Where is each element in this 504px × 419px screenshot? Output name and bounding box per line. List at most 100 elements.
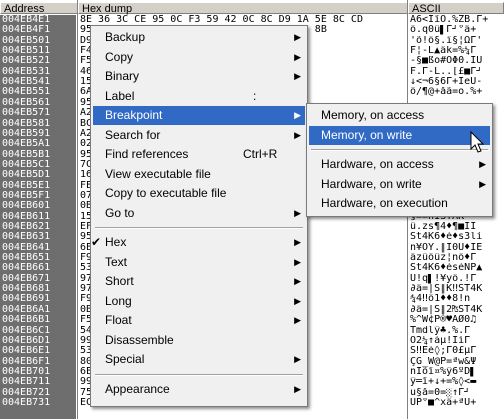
menu-item-backup[interactable]: Backup ▶ [93,28,305,47]
menu-item-label: Float [105,313,132,327]
row-ascii: S‼Eé◊;Γ0£µΓ [410,346,477,357]
submenu-arrow-icon: ▶ [479,178,486,189]
dump-row[interactable]: 004EB4E1 8E 36 3C CE 95 0C F3 59 42 0C 8C… [0,15,504,25]
row-address: 004EB5C1 [2,159,51,170]
menu-item-label: Search for [105,127,161,142]
menu-item-special[interactable]: Special ▶ [93,350,305,369]
menu-item-label: View executable file [105,166,211,181]
menu-item-find-references[interactable]: Find references Ctrl+R [93,145,305,164]
address-column-header[interactable]: Address [0,2,78,15]
row-ascii: ↓<¬6§6Γ+IeU- [410,77,483,88]
row-address: 004EB5F1 [2,190,51,201]
row-ascii: St4K6♦è♦s3lí [410,232,483,243]
row-address: 004EB561 [2,97,51,108]
row-ascii: Tmdlÿ♣.%.Γ [410,325,471,336]
menu-separator [311,149,488,151]
menu-item-label: Appearance [105,381,170,396]
row-address: 004EB731 [2,397,51,408]
row-address: 004EB651 [2,253,51,264]
row-address: 004EB661 [2,263,51,274]
menu-item-label: Disassemble [105,332,174,347]
row-ascii: ö.q0ü▌Γ┘°ä+ [410,25,477,36]
menu-item-disassemble[interactable]: Disassemble [93,331,305,350]
row-address: 004EB6E1 [2,346,51,357]
row-address: 004EB6C1 [2,325,51,336]
row-address: 004EB601 [2,201,51,212]
row-address: 004EB691 [2,294,51,305]
row-address: 004EB6F1 [2,356,51,367]
row-address: 004EB4F1 [2,25,51,36]
ascii-column-header[interactable]: ASCII [408,2,504,15]
row-address: 004EB521 [2,56,51,67]
menu-separator [95,373,303,376]
row-address: 004EB701 [2,366,51,377]
submenu-item-memory-on-access[interactable]: Memory, on access [309,106,490,125]
row-ascii: äzüôüz¦nö♦Γ [410,253,477,264]
menu-item-label: Copy [105,49,134,64]
row-address: 004EB711 [2,377,51,388]
row-ascii: -§■ßo#ÖΦ0.IU [410,56,483,67]
row-address: 004EB541 [2,77,51,88]
submenu-arrow-icon: ▶ [294,207,301,218]
submenu-item-memory-on-write[interactable]: Memory, on write [309,125,490,145]
row-ascii: Ö2¼↑áµ!ÍìΓ [410,335,471,346]
hex-column-header[interactable]: Hex dump [78,2,408,15]
row-address: 004EB501 [2,35,51,46]
checkmark-icon: ✔ [91,235,102,249]
row-address: 004EB631 [2,232,51,243]
row-address: 004EB5D1 [2,170,51,181]
menu-item-appearance[interactable]: Appearance ▶ [93,380,305,399]
row-address: 004EB6A1 [2,304,51,315]
menu-item-label: Breakpoint [105,108,163,122]
row-address: 004EB571 [2,108,51,119]
row-ascii: 'õ!ö§.ï§¦ΩΓ' [410,35,483,46]
menu-item-copy-to-executable-file[interactable]: Copy to executable file [93,184,305,203]
submenu-arrow-icon: ▶ [294,295,301,306]
menu-item-label: Special [105,352,145,366]
menu-item-view-executable-file[interactable]: View executable file [93,165,305,184]
menu-item-short[interactable]: Short ▶ [93,272,305,291]
submenu-item-hardware-on-execution[interactable]: Hardware, on execution [309,194,490,213]
submenu-item-hardware-on-access[interactable]: Hardware, on access ▶ [309,155,490,174]
row-address: 004EB551 [2,87,51,98]
submenu-arrow-icon: ▶ [294,51,301,62]
row-ascii: %^W¢P®♥ÄØ0♫ [410,315,477,326]
menu-item-label: Short [105,274,134,288]
submenu-arrow-icon: ▶ [294,354,301,364]
menu-item-shortcut: Ctrl+R [243,147,278,161]
row-hex: 8E 36 3C CE 95 0C F3 59 42 0C 8C D9 1A 5… [80,15,363,25]
menu-item-go-to[interactable]: Go to ▶ [93,204,305,223]
row-ascii: ô/¶@+åã=o.%+ [410,87,483,98]
row-address: 004EB511 [2,46,51,57]
row-address: 004EB5B1 [2,149,51,160]
row-address: 004EB591 [2,128,51,139]
submenu-arrow-icon: ▶ [294,315,301,325]
menu-item-label[interactable]: Label: [93,87,305,106]
submenu-arrow-icon: ▶ [294,256,301,267]
row-address: 004EB5E1 [2,180,51,191]
row-address: 004EB531 [2,66,51,77]
menu-item-text[interactable]: Text ▶ [93,253,305,272]
row-ascii: n¥ÔY.║I0U♦IE [410,242,483,253]
row-ascii: Ù!q▌!¥yö.!Γ [410,273,477,284]
menu-item-copy[interactable]: Copy ▶ [93,48,305,67]
menu-item-label: Memory, on access [321,108,425,122]
menu-item-long[interactable]: Long ▶ [93,292,305,311]
menu-item-breakpoint[interactable]: Breakpoint ▶ [93,106,305,125]
submenu-arrow-icon: ▶ [294,276,301,286]
mouse-cursor-icon [470,131,485,153]
submenu-arrow-icon: ▶ [294,237,301,247]
submenu-item-hardware-on-write[interactable]: Hardware, on write ▶ [309,175,490,194]
menu-item-binary[interactable]: Binary ▶ [93,67,305,86]
submenu-arrow-icon: ▶ [294,129,301,140]
row-address: 004EB581 [2,118,51,129]
menu-item-hex[interactable]: ✔ Hex ▶ [91,233,305,252]
submenu-arrow-icon: ▶ [479,159,486,169]
menu-item-search-for[interactable]: Search for ▶ [93,126,305,145]
row-ascii: ü.zs¶4♦¶■II [410,222,477,232]
menu-item-float[interactable]: Float ▶ [93,311,305,330]
row-ascii: F.Γ-L..[£■Γ┘ [410,66,483,77]
menu-item-label: Backup [105,30,146,44]
menu-item-label: Memory, on write [321,127,413,142]
row-address: 004EB671 [2,273,51,284]
